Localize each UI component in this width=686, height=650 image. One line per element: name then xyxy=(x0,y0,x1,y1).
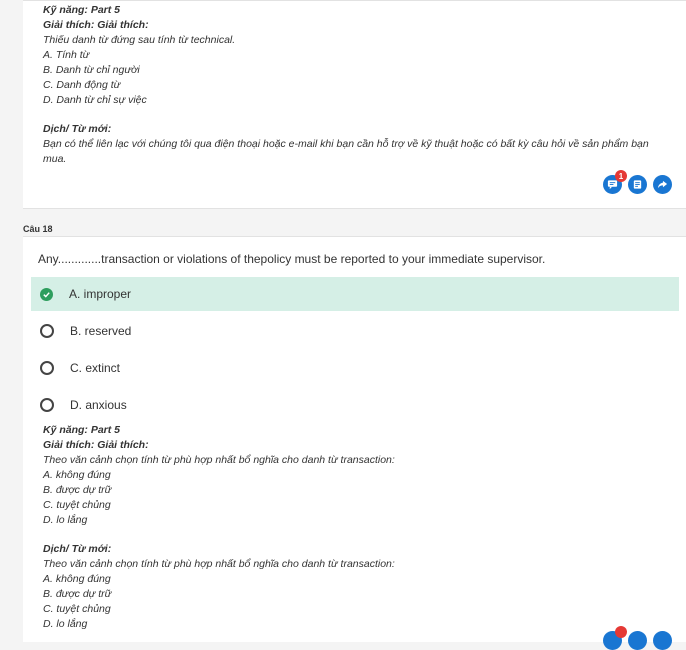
answer-option-a[interactable]: A. improper xyxy=(31,277,679,311)
explanation-block: Kỹ năng: Part 5 Giải thích: Giải thích: … xyxy=(43,3,674,167)
explanation-line: C. tuyệt chủng xyxy=(43,499,111,511)
answer-option-label: B. reserved xyxy=(70,324,132,338)
share-button[interactable] xyxy=(653,175,672,194)
explanation-title: Giải thích: Giải thích: xyxy=(43,19,149,31)
note-icon xyxy=(633,180,642,189)
explanation-line: A. không đúng xyxy=(43,469,111,481)
check-circle-icon xyxy=(40,287,53,301)
translation-line: C. tuyệt chủng xyxy=(43,603,111,615)
skill-label: Kỹ năng: Part 5 xyxy=(43,4,121,16)
translation-text: Bạn có thể liên lạc với chúng tôi qua đi… xyxy=(43,138,649,165)
radio-icon xyxy=(40,361,54,375)
translation-line: A. không đúng xyxy=(43,573,111,585)
comment-button[interactable]: 1 xyxy=(603,170,627,194)
question-text: Any.............transaction or violation… xyxy=(38,252,546,266)
explanation-line: A. Tính từ xyxy=(43,49,90,61)
translation-title: Dịch/ Từ mới: xyxy=(43,543,112,555)
question-18-card: Any.............transaction or violation… xyxy=(23,236,686,650)
answer-option-label: A. improper xyxy=(69,287,132,301)
answer-option-b[interactable]: B. reserved xyxy=(31,314,679,348)
translation-title: Dịch/ Từ mới: xyxy=(43,123,112,135)
explanation-line: B. được dự trữ xyxy=(43,484,112,496)
share-icon xyxy=(657,180,668,189)
answer-option-label: C. extinct xyxy=(70,361,121,375)
explanation-line: B. Danh từ chỉ người xyxy=(43,64,140,76)
explanation-line: Thiếu danh từ đứng sau tính từ technical… xyxy=(43,34,236,46)
radio-icon xyxy=(40,324,54,338)
explanation-title: Giải thích: Giải thích: xyxy=(43,439,149,451)
translation-line: B. được dự trữ xyxy=(43,588,112,600)
translation-line: Theo văn cảnh chọn tính từ phù hợp nhất … xyxy=(43,558,395,570)
explanation-line: Theo văn cảnh chọn tính từ phù hợp nhất … xyxy=(43,454,395,466)
note-button[interactable] xyxy=(628,175,647,194)
notification-badge xyxy=(615,626,627,638)
explanation-line: D. Danh từ chỉ sự việc xyxy=(43,94,147,106)
action-buttons: 1 xyxy=(603,170,672,194)
translation-line: D. lo lắng xyxy=(43,618,88,630)
skill-label: Kỹ năng: Part 5 xyxy=(43,424,121,436)
question-17-card: Kỹ năng: Part 5 Giải thích: Giải thích: … xyxy=(23,0,686,209)
radio-icon xyxy=(40,398,54,412)
answer-option-label: D. anxious xyxy=(70,398,127,412)
explanation-block: Kỹ năng: Part 5 Giải thích: Giải thích: … xyxy=(43,423,674,632)
answer-option-d[interactable]: D. anxious xyxy=(31,388,679,422)
explanation-line: D. lo lắng xyxy=(43,514,88,526)
explanation-line: C. Danh động từ xyxy=(43,79,121,91)
notification-badge: 1 xyxy=(615,170,627,182)
answer-option-c[interactable]: C. extinct xyxy=(31,351,679,385)
question-number-label: Câu 18 xyxy=(23,224,53,234)
